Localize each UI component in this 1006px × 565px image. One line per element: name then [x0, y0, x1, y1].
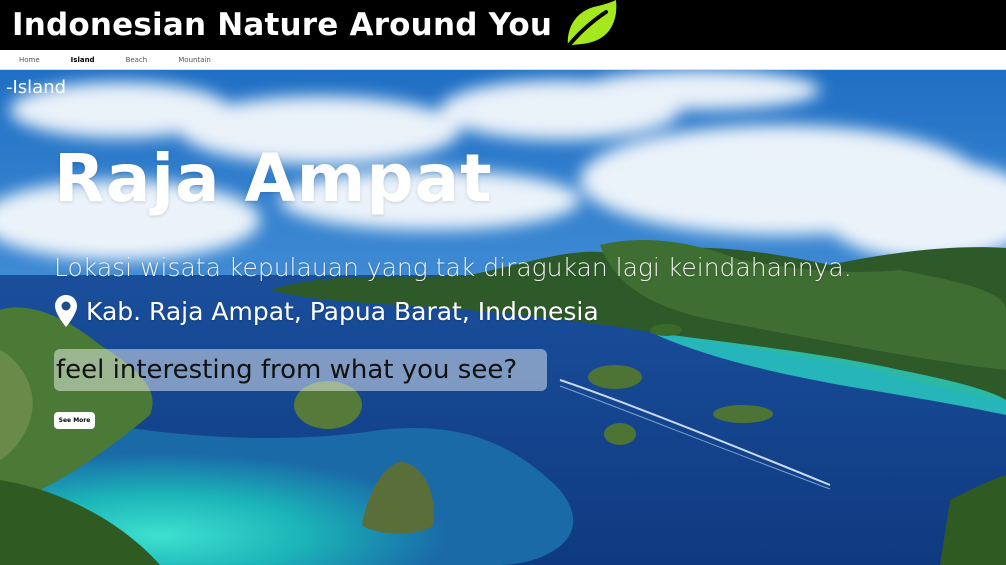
location: Kab. Raja Ampat, Papua Barat, Indonesia: [54, 294, 599, 328]
site-title: Indonesian Nature Around You: [12, 7, 553, 43]
place-title: Raja Ampat: [54, 140, 493, 217]
place-description: Lokasi wisata kepulauan yang tak diraguk…: [54, 253, 852, 282]
nav-item-home[interactable]: Home: [19, 56, 40, 64]
see-more-button[interactable]: See More: [54, 412, 95, 429]
nav-item-mountain[interactable]: Mountain: [178, 56, 211, 64]
site-header: Indonesian Nature Around You: [0, 0, 1006, 50]
nav-item-beach[interactable]: Beach: [126, 56, 148, 64]
hero-section: -Island Raja Ampat Lokasi wisata kepulau…: [0, 70, 1006, 565]
location-text: Kab. Raja Ampat, Papua Barat, Indonesia: [86, 296, 599, 326]
tagline: feel interesting from what you see?: [54, 349, 547, 391]
category-label: -Island: [6, 77, 67, 98]
nav-bar: Home Island Beach Mountain: [0, 50, 1006, 70]
leaf-icon: [564, 0, 617, 50]
map-pin-icon: [55, 295, 77, 327]
nav-item-island[interactable]: Island: [71, 56, 95, 64]
